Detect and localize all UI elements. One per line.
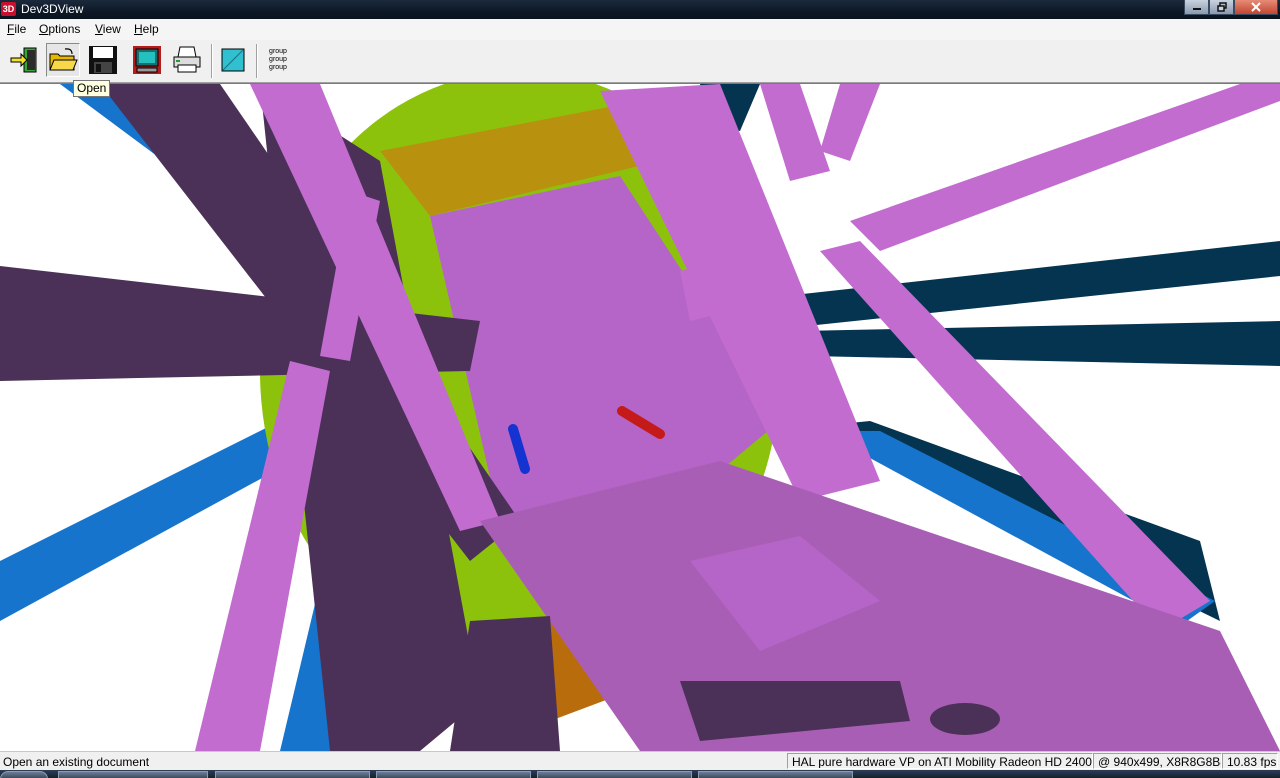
3d-viewport[interactable]	[0, 83, 1280, 751]
taskbar-button[interactable]	[376, 771, 531, 778]
save-disk-icon	[89, 46, 117, 74]
close-button[interactable]	[1234, 0, 1278, 15]
window-title: Dev3DView	[21, 2, 84, 16]
taskbar-button[interactable]	[215, 771, 370, 778]
window-controls	[1184, 0, 1278, 16]
open-folder-icon	[49, 48, 78, 71]
group-line: group	[269, 64, 287, 71]
toolbar: group group group	[0, 40, 1280, 83]
start-button[interactable]	[0, 771, 48, 778]
status-display-mode: @ 940x499, X8R8G8B8 (D	[1093, 753, 1222, 769]
group-button[interactable]: group group group	[261, 43, 295, 77]
background-color-button[interactable]	[216, 43, 250, 77]
save-button[interactable]	[86, 43, 120, 77]
taskbar	[0, 770, 1280, 778]
open-tooltip: Open	[73, 80, 111, 97]
menu-bar: File Options View Help	[0, 19, 1280, 41]
minimize-icon	[1192, 8, 1201, 10]
menu-file[interactable]: File	[7, 22, 26, 36]
toolbar-separator	[256, 44, 258, 78]
group-icon: group group group	[269, 48, 287, 72]
exit-icon	[10, 47, 37, 73]
restore-icon	[1216, 2, 1227, 12]
print-icon	[173, 46, 201, 73]
group-line: group	[269, 48, 287, 55]
status-message: Open an existing document	[3, 755, 150, 769]
monitor-render-icon	[133, 46, 161, 74]
menu-view[interactable]: View	[95, 22, 121, 36]
print-button[interactable]	[170, 43, 204, 77]
taskbar-button[interactable]	[537, 771, 692, 778]
toolbar-separator	[211, 44, 213, 78]
status-bar: Open an existing document HAL pure hardw…	[0, 751, 1280, 771]
scene-render	[0, 84, 1280, 751]
taskbar-button[interactable]	[58, 771, 208, 778]
restore-button[interactable]	[1209, 0, 1234, 15]
minimize-button[interactable]	[1184, 0, 1209, 15]
menu-options[interactable]: Options	[39, 22, 80, 36]
group-line: group	[269, 56, 287, 63]
close-icon	[1251, 2, 1261, 12]
exit-button[interactable]	[7, 43, 41, 77]
title-bar: 3D Dev3DView	[0, 0, 1280, 19]
menu-help[interactable]: Help	[134, 22, 159, 36]
open-button[interactable]	[46, 43, 80, 77]
base-plate-boss	[930, 703, 1000, 735]
status-renderer: HAL pure hardware VP on ATI Mobility Rad…	[787, 753, 1093, 769]
background-color-icon	[221, 48, 245, 72]
status-fps: 10.83 fps	[1222, 753, 1278, 769]
app-icon: 3D	[1, 2, 16, 16]
render-button[interactable]	[130, 43, 164, 77]
taskbar-button[interactable]	[698, 771, 853, 778]
